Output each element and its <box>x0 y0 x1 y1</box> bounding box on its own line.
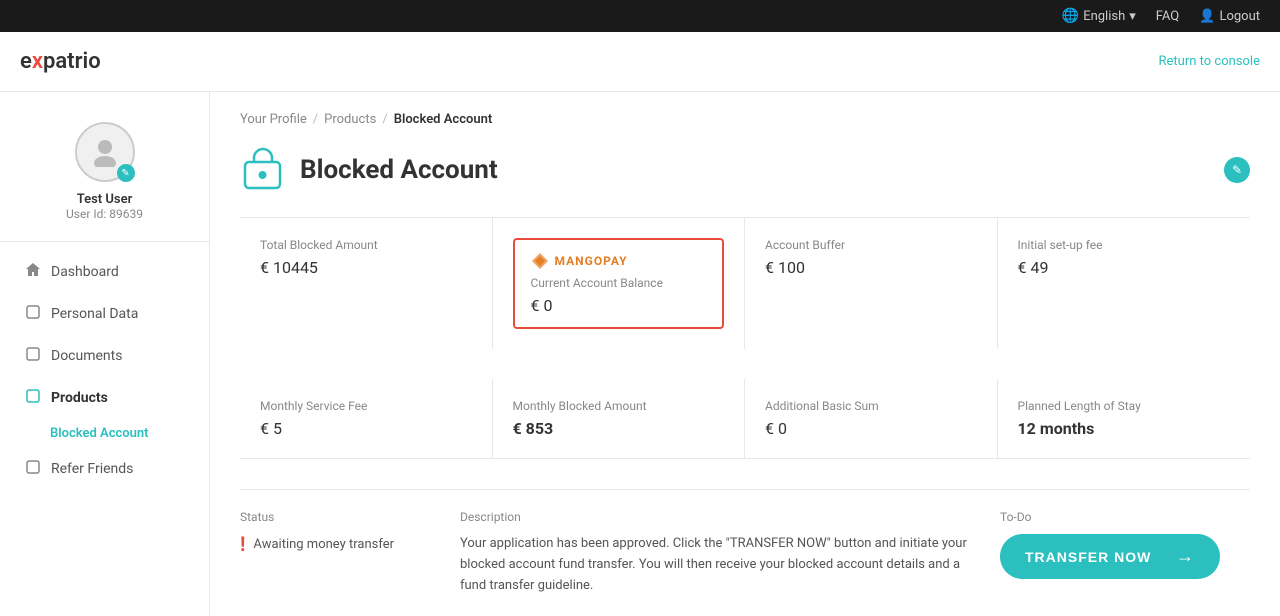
blocked-account-icon <box>240 147 285 192</box>
sidebar-avatar-area: ✎ Test User User Id: 89639 <box>0 112 209 242</box>
document-icon <box>25 346 41 366</box>
stat-planned-label: Planned Length of Stay <box>1018 399 1231 413</box>
stat-total-blocked-label: Total Blocked Amount <box>260 238 472 252</box>
header: expatrio Return to console <box>0 32 1280 92</box>
products-icon <box>25 388 41 408</box>
chevron-down-icon: ▾ <box>1129 9 1136 24</box>
home-icon <box>25 262 41 282</box>
stat-monthly-blocked: Monthly Blocked Amount € 853 <box>493 379 746 458</box>
sidebar-item-products[interactable]: Products <box>10 378 199 418</box>
sidebar-username: Test User <box>77 192 133 207</box>
language-selector[interactable]: 🌐 English ▾ <box>1062 8 1136 24</box>
sidebar-item-documents[interactable]: Documents <box>10 336 199 376</box>
mangopay-icon <box>531 252 549 270</box>
page-title-row: Blocked Account ✎ <box>240 147 1250 192</box>
mangopay-logo: MANGOPAY <box>531 252 707 270</box>
sidebar-item-dashboard[interactable]: Dashboard <box>10 252 199 292</box>
stat-buffer-label: Account Buffer <box>765 238 977 252</box>
stat-total-blocked-value: € 10445 <box>260 258 472 277</box>
breadcrumb-sep-2: / <box>382 112 387 127</box>
language-label: English <box>1083 9 1125 24</box>
stat-monthly-fee-label: Monthly Service Fee <box>260 399 472 413</box>
status-section: Status ! Awaiting money transfer Descrip… <box>240 489 1250 596</box>
sidebar-subitem-blocked-account[interactable]: Blocked Account <box>10 420 199 447</box>
app-layout: ✎ Test User User Id: 89639 Dashboard Per… <box>0 92 1280 616</box>
stat-additional-label: Additional Basic Sum <box>765 399 977 413</box>
status-badge-row: ! Awaiting money transfer <box>240 534 440 554</box>
description-text: Your application has been approved. Clic… <box>460 534 980 596</box>
stat-monthly-fee: Monthly Service Fee € 5 <box>240 379 493 458</box>
faq-link[interactable]: FAQ <box>1156 9 1179 24</box>
stat-setup-value: € 49 <box>1018 258 1231 277</box>
stat-monthly-fee-value: € 5 <box>260 419 472 438</box>
avatar-edit-badge[interactable]: ✎ <box>117 164 135 182</box>
edit-icon-button[interactable]: ✎ <box>1224 157 1250 183</box>
todo-label: To-Do <box>1000 510 1250 524</box>
sidebar-documents-label: Documents <box>51 348 122 364</box>
warning-icon: ! <box>240 534 245 554</box>
stat-planned-stay: Planned Length of Stay 12 months <box>998 379 1251 458</box>
sidebar-products-label: Products <box>51 390 108 406</box>
logout-button[interactable]: 👤 Logout <box>1199 9 1260 24</box>
sidebar-userid: User Id: 89639 <box>66 207 143 221</box>
stat-balance-value: € 0 <box>531 296 707 315</box>
person-icon <box>25 304 41 324</box>
main-content: Your Profile / Products / Blocked Accoun… <box>210 92 1280 616</box>
sidebar-nav: Dashboard Personal Data Documents Produc… <box>0 252 209 489</box>
stat-total-blocked: Total Blocked Amount € 10445 <box>240 218 493 349</box>
mangopay-card: MANGOPAY Current Account Balance € 0 <box>513 238 725 329</box>
stats-grid-row1: Total Blocked Amount € 10445 MANGOPAY Cu… <box>240 217 1250 349</box>
stat-account-buffer: Account Buffer € 100 <box>745 218 998 349</box>
sidebar-personal-data-label: Personal Data <box>51 306 138 322</box>
stat-additional-sum: Additional Basic Sum € 0 <box>745 379 998 458</box>
stat-balance-label: Current Account Balance <box>531 276 707 290</box>
stat-monthly-blocked-value: € 853 <box>513 419 725 438</box>
mangopay-name: MANGOPAY <box>555 254 628 268</box>
stat-buffer-value: € 100 <box>765 258 977 277</box>
arrow-right-icon: → <box>1176 546 1195 567</box>
stat-monthly-blocked-label: Monthly Blocked Amount <box>513 399 725 413</box>
description-label: Description <box>460 510 980 524</box>
stat-additional-value: € 0 <box>765 419 977 438</box>
sidebar-refer-label: Refer Friends <box>51 461 133 477</box>
user-icon: 👤 <box>1199 9 1215 24</box>
stat-setup-fee: Initial set-up fee € 49 <box>998 218 1251 349</box>
refer-icon <box>25 459 41 479</box>
status-label: Status <box>240 510 440 524</box>
breadcrumb-your-profile[interactable]: Your Profile <box>240 112 307 127</box>
todo-col: To-Do TRANSFER NOW → <box>1000 510 1250 596</box>
breadcrumb-products[interactable]: Products <box>324 112 376 127</box>
status-col: Status ! Awaiting money transfer <box>240 510 440 596</box>
description-col: Description Your application has been ap… <box>460 510 980 596</box>
breadcrumb-sep-1: / <box>313 112 318 127</box>
sidebar: ✎ Test User User Id: 89639 Dashboard Per… <box>0 92 210 616</box>
stat-current-balance: MANGOPAY Current Account Balance € 0 <box>493 218 746 349</box>
top-navigation: 🌐 English ▾ FAQ 👤 Logout <box>0 0 1280 32</box>
sidebar-item-refer-friends[interactable]: Refer Friends <box>10 449 199 489</box>
return-to-console-link[interactable]: Return to console <box>1159 54 1260 69</box>
user-silhouette-icon <box>90 137 120 167</box>
transfer-btn-label: TRANSFER NOW <box>1025 549 1151 565</box>
logo: expatrio <box>20 49 101 74</box>
avatar-wrapper: ✎ <box>75 122 135 182</box>
status-text: Awaiting money transfer <box>253 537 394 552</box>
sidebar-dashboard-label: Dashboard <box>51 264 119 280</box>
breadcrumb-current: Blocked Account <box>394 112 493 127</box>
stats-grid-row2: Monthly Service Fee € 5 Monthly Blocked … <box>240 379 1250 459</box>
globe-icon: 🌐 <box>1062 8 1079 24</box>
breadcrumb: Your Profile / Products / Blocked Accoun… <box>240 112 1250 127</box>
stat-planned-value: 12 months <box>1018 419 1231 438</box>
transfer-now-button[interactable]: TRANSFER NOW → <box>1000 534 1220 579</box>
stat-setup-label: Initial set-up fee <box>1018 238 1231 252</box>
page-title: Blocked Account <box>300 155 498 185</box>
sidebar-item-personal-data[interactable]: Personal Data <box>10 294 199 334</box>
